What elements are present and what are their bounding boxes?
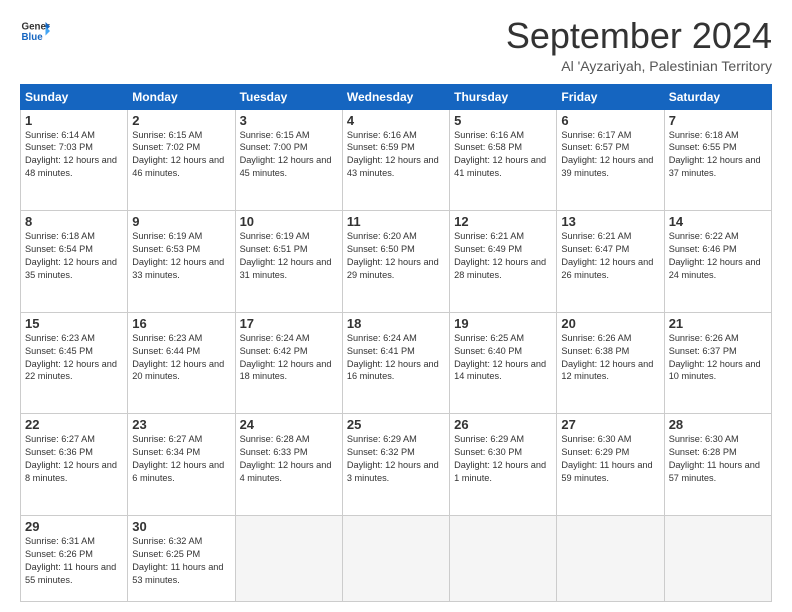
table-row: 14Sunrise: 6:22 AMSunset: 6:46 PMDayligh… [664, 211, 771, 313]
table-row: 2Sunrise: 6:15 AMSunset: 7:02 PMDaylight… [128, 109, 235, 211]
table-row: 29Sunrise: 6:31 AMSunset: 6:26 PMDayligh… [21, 515, 128, 601]
table-row: 12Sunrise: 6:21 AMSunset: 6:49 PMDayligh… [450, 211, 557, 313]
table-row: 26Sunrise: 6:29 AMSunset: 6:30 PMDayligh… [450, 414, 557, 516]
table-row: 20Sunrise: 6:26 AMSunset: 6:38 PMDayligh… [557, 312, 664, 414]
header: General Blue September 2024 Al 'Ayzariya… [20, 16, 772, 74]
col-thursday: Thursday [450, 84, 557, 109]
calendar-table: Sunday Monday Tuesday Wednesday Thursday… [20, 84, 772, 602]
table-row [450, 515, 557, 601]
table-row: 3Sunrise: 6:15 AMSunset: 7:00 PMDaylight… [235, 109, 342, 211]
table-row: 21Sunrise: 6:26 AMSunset: 6:37 PMDayligh… [664, 312, 771, 414]
table-row: 4Sunrise: 6:16 AMSunset: 6:59 PMDaylight… [342, 109, 449, 211]
table-row [235, 515, 342, 601]
page: General Blue September 2024 Al 'Ayzariya… [0, 0, 792, 612]
col-sunday: Sunday [21, 84, 128, 109]
svg-text:Blue: Blue [22, 32, 44, 43]
table-row: 8Sunrise: 6:18 AMSunset: 6:54 PMDaylight… [21, 211, 128, 313]
table-row: 16Sunrise: 6:23 AMSunset: 6:44 PMDayligh… [128, 312, 235, 414]
table-row: 24Sunrise: 6:28 AMSunset: 6:33 PMDayligh… [235, 414, 342, 516]
table-row: 11Sunrise: 6:20 AMSunset: 6:50 PMDayligh… [342, 211, 449, 313]
col-saturday: Saturday [664, 84, 771, 109]
col-monday: Monday [128, 84, 235, 109]
col-wednesday: Wednesday [342, 84, 449, 109]
table-row: 15Sunrise: 6:23 AMSunset: 6:45 PMDayligh… [21, 312, 128, 414]
table-row: 23Sunrise: 6:27 AMSunset: 6:34 PMDayligh… [128, 414, 235, 516]
col-friday: Friday [557, 84, 664, 109]
logo-icon: General Blue [20, 16, 50, 46]
table-row: 25Sunrise: 6:29 AMSunset: 6:32 PMDayligh… [342, 414, 449, 516]
table-row: 10Sunrise: 6:19 AMSunset: 6:51 PMDayligh… [235, 211, 342, 313]
table-row: 27Sunrise: 6:30 AMSunset: 6:29 PMDayligh… [557, 414, 664, 516]
table-row: 9Sunrise: 6:19 AMSunset: 6:53 PMDaylight… [128, 211, 235, 313]
table-row: 7Sunrise: 6:18 AMSunset: 6:55 PMDaylight… [664, 109, 771, 211]
col-tuesday: Tuesday [235, 84, 342, 109]
table-row: 6Sunrise: 6:17 AMSunset: 6:57 PMDaylight… [557, 109, 664, 211]
table-row [664, 515, 771, 601]
table-row: 22Sunrise: 6:27 AMSunset: 6:36 PMDayligh… [21, 414, 128, 516]
subtitle: Al 'Ayzariyah, Palestinian Territory [506, 58, 772, 74]
table-row: 13Sunrise: 6:21 AMSunset: 6:47 PMDayligh… [557, 211, 664, 313]
table-row: 30Sunrise: 6:32 AMSunset: 6:25 PMDayligh… [128, 515, 235, 601]
table-row: 19Sunrise: 6:25 AMSunset: 6:40 PMDayligh… [450, 312, 557, 414]
logo: General Blue [20, 16, 50, 46]
title-block: September 2024 Al 'Ayzariyah, Palestinia… [506, 16, 772, 74]
table-row [557, 515, 664, 601]
calendar-header-row: Sunday Monday Tuesday Wednesday Thursday… [21, 84, 772, 109]
table-row: 18Sunrise: 6:24 AMSunset: 6:41 PMDayligh… [342, 312, 449, 414]
table-row: 17Sunrise: 6:24 AMSunset: 6:42 PMDayligh… [235, 312, 342, 414]
month-title: September 2024 [506, 16, 772, 56]
table-row: 1Sunrise: 6:14 AMSunset: 7:03 PMDaylight… [21, 109, 128, 211]
table-row [342, 515, 449, 601]
table-row: 28Sunrise: 6:30 AMSunset: 6:28 PMDayligh… [664, 414, 771, 516]
table-row: 5Sunrise: 6:16 AMSunset: 6:58 PMDaylight… [450, 109, 557, 211]
